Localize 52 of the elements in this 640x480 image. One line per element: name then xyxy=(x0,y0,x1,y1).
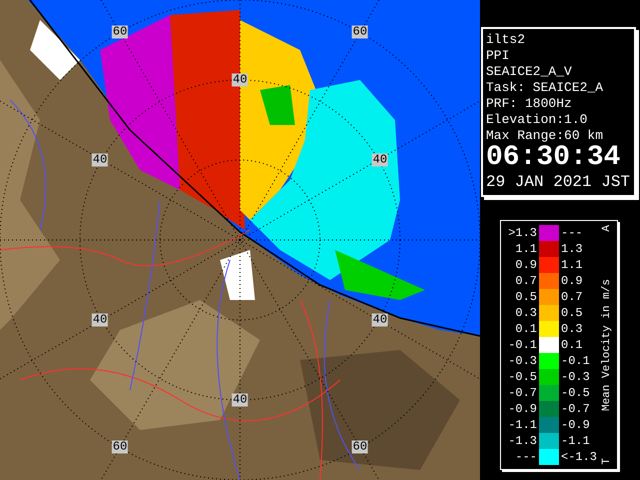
legend-high-label: -0.7 xyxy=(560,401,591,417)
legend-high-label: -0.9 xyxy=(560,417,591,433)
legend-low-label: >1.3 xyxy=(507,225,538,241)
legend-low-label: -1.1 xyxy=(507,417,538,433)
info-text: SEAICE2_A_V xyxy=(486,64,573,80)
legend-low-label: -0.9 xyxy=(507,401,538,417)
legend-bottom-mark: T xyxy=(601,458,613,465)
legend-low-label: 0.7 xyxy=(514,273,538,289)
legend-low-label: -0.5 xyxy=(507,369,538,385)
range-label: 40 xyxy=(232,394,248,406)
legend-low-label: 1.1 xyxy=(514,241,538,257)
legend-high-label: 0.5 xyxy=(560,305,584,321)
legend-high-label: -0.1 xyxy=(560,353,591,369)
range-label: 40 xyxy=(372,154,388,166)
range-label: 60 xyxy=(352,440,368,454)
legend-low-label: -0.1 xyxy=(507,337,538,353)
range-label: 60 xyxy=(352,26,368,38)
legend-high-label: 1.3 xyxy=(560,241,584,257)
legend-high-label: 0.1 xyxy=(560,337,584,353)
info-text: ilts2 xyxy=(486,32,526,48)
legend-low-label: 0.9 xyxy=(514,257,538,273)
legend-high-label: 0.3 xyxy=(560,321,584,337)
range-label: 60 xyxy=(112,440,128,454)
legend-high-label: 0.7 xyxy=(560,289,584,305)
legend-low-label: -0.7 xyxy=(507,385,538,401)
range-label: 40 xyxy=(232,74,248,86)
legend-low-label: 0.1 xyxy=(514,321,538,337)
info-text: Elevation:1.0 xyxy=(486,112,588,128)
legend-low-label: -1.3 xyxy=(507,433,538,449)
legend-low-label: --- xyxy=(514,449,538,465)
range-label: 40 xyxy=(92,314,108,326)
info-text: Task: SEAICE2_A xyxy=(486,80,604,96)
legend-top-mark: A xyxy=(601,225,613,232)
legend-high-label: -0.5 xyxy=(560,385,591,401)
range-label: 40 xyxy=(92,154,108,166)
range-label: 40 xyxy=(372,314,388,326)
date-text: 29 JAN 2021 JST xyxy=(486,172,631,192)
legend-high-label: -1.1 xyxy=(560,433,591,449)
legend-high-label: <-1.3 xyxy=(560,449,598,465)
legend-low-label: 0.3 xyxy=(514,305,538,321)
time-text: 06:30:34 xyxy=(486,144,622,172)
info-text: PPI xyxy=(486,48,510,64)
legend-high-label: --- xyxy=(560,225,584,241)
info-text: PRF: 1800Hz xyxy=(486,96,573,112)
legend-low-label: -0.3 xyxy=(507,353,538,369)
range-label: 60 xyxy=(112,26,128,38)
legend-low-label: 0.5 xyxy=(514,289,538,305)
legend-title: Mean Velocity in m/s xyxy=(601,278,613,412)
info-text: Max Range:60 km xyxy=(486,128,604,144)
legend-high-label: 1.1 xyxy=(560,257,584,273)
legend-high-label: -0.3 xyxy=(560,369,591,385)
legend-high-label: 0.9 xyxy=(560,273,584,289)
